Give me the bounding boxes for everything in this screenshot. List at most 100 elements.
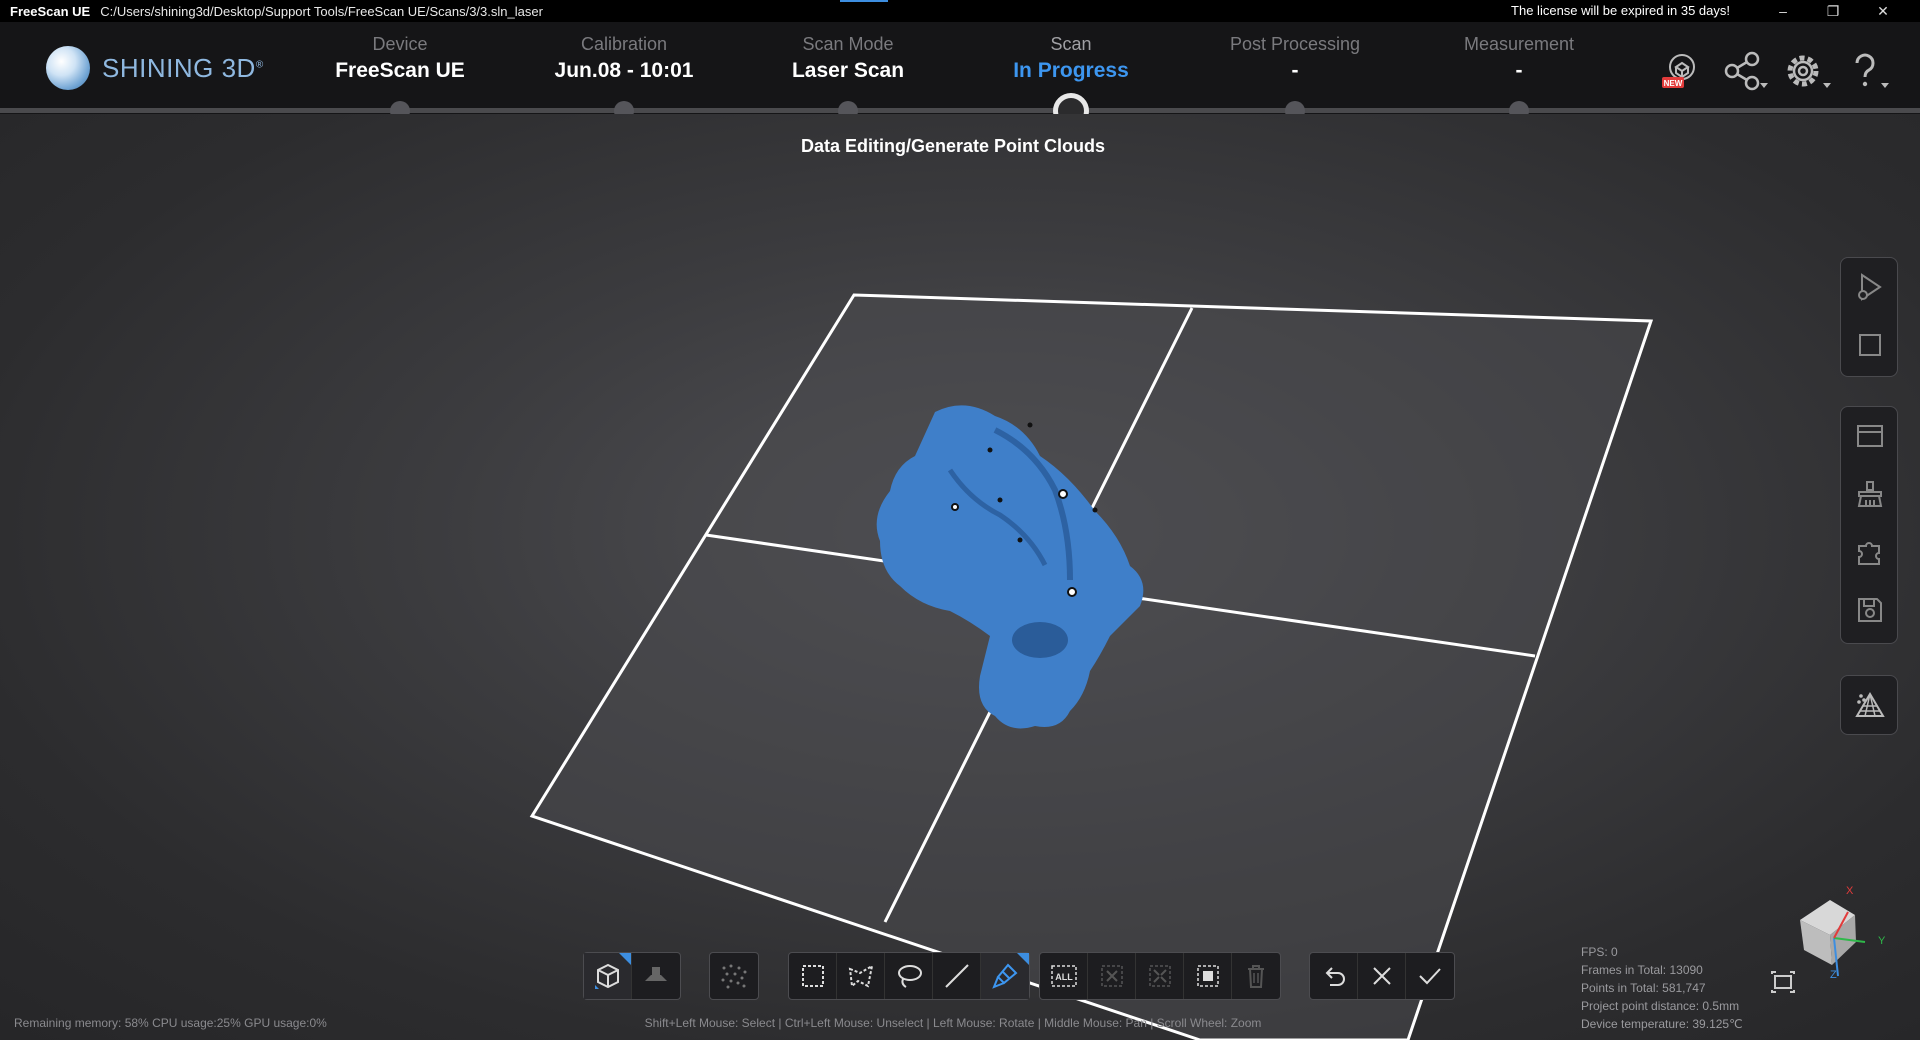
frames-stat: Frames in Total: 13090 [1581, 963, 1703, 977]
step-value: - [1515, 59, 1523, 82]
view-cube-icon: X Y Z [1800, 885, 1886, 981]
step-label: Scan [1050, 34, 1092, 54]
step-value: - [1291, 59, 1299, 82]
side-group-mesh [1840, 675, 1898, 735]
save-icon [1858, 598, 1882, 622]
title-bar: FreeScan UE C:/Users/shining3d/Desktop/S… [0, 0, 1920, 22]
step-label: Scan Mode [802, 34, 894, 54]
close-button[interactable]: ✕ [1858, 0, 1908, 22]
scan-stats: FPS: 0 Frames in Total: 13090 Points in … [1581, 943, 1743, 1033]
lasso-icon [897, 965, 922, 988]
stop-scan-button[interactable] [1841, 316, 1899, 374]
step-post-processing[interactable]: Post Processing - [1195, 34, 1395, 83]
undo-icon [1325, 967, 1345, 986]
undo-button[interactable] [1310, 953, 1358, 999]
platform-view-button[interactable] [632, 953, 680, 999]
navigation-cube[interactable]: X Y Z [1790, 880, 1900, 985]
unselect-icon [1100, 965, 1123, 987]
workflow-steps: Device FreeScan UE Calibration Jun.08 - … [0, 22, 1920, 129]
start-scan-button[interactable] [1841, 258, 1899, 316]
brush-icon [992, 963, 1018, 989]
select-all-label: ALL [1055, 972, 1073, 982]
axis-y-label: Y [1878, 935, 1886, 947]
step-scan[interactable]: Scan In Progress [971, 34, 1171, 83]
project-path: C:/Users/shining3d/Desktop/Support Tools… [100, 3, 543, 19]
clean-button[interactable] [1841, 465, 1899, 523]
gear-icon [1787, 55, 1831, 88]
view-mode-group [583, 952, 681, 1000]
side-group-scan [1840, 257, 1898, 377]
platform-icon [645, 967, 667, 981]
close-icon [1372, 967, 1391, 985]
step-device[interactable]: Device FreeScan UE [300, 34, 500, 83]
fit-view-icon [1771, 971, 1795, 993]
app-name: FreeScan UE [10, 3, 91, 19]
distance-stat: Project point distance: 0.5mm [1581, 999, 1740, 1013]
line-icon [944, 964, 969, 988]
license-notice: The license will be expired in 35 days! [1511, 3, 1730, 18]
step-label: Device [372, 34, 428, 54]
cube-view-button[interactable] [584, 953, 632, 999]
step-measurement[interactable]: Measurement - [1419, 34, 1619, 83]
settings-button[interactable] [1783, 48, 1833, 94]
help-button[interactable] [1845, 48, 1895, 94]
brush-select-button[interactable] [981, 953, 1029, 999]
unselect-button[interactable] [1088, 953, 1136, 999]
generate-point-cloud-button[interactable] [1841, 676, 1899, 734]
selection-tools-group [788, 952, 1030, 1000]
plugin-button[interactable] [1841, 523, 1899, 581]
rectangle-select-button[interactable] [789, 953, 837, 999]
selection-ops-group: ALL [1039, 952, 1281, 1000]
stage-subtitle: Data Editing/Generate Point Clouds [800, 136, 1106, 156]
step-value: FreeScan UE [335, 59, 465, 82]
puzzle-icon [1858, 542, 1880, 565]
brush-clean-icon [1857, 481, 1883, 507]
select-connected-button[interactable] [1184, 953, 1232, 999]
invert-selection-icon [1148, 965, 1171, 987]
step-value: Laser Scan [791, 59, 905, 82]
minimize-button[interactable]: – [1758, 0, 1808, 22]
step-value: In Progress [1013, 59, 1129, 82]
action-group [1309, 952, 1455, 1000]
3d-model-icon: NEW [1662, 54, 1695, 88]
step-label: Calibration [580, 34, 668, 54]
step-label: Post Processing [1229, 34, 1361, 54]
stop-icon [1859, 334, 1881, 356]
share-icon [1724, 51, 1768, 91]
temperature-stat: Device temperature: 39.125℃ [1581, 1017, 1743, 1031]
step-calibration[interactable]: Calibration Jun.08 - 10:01 [524, 34, 724, 83]
select-connected-icon [1196, 965, 1219, 987]
title-accent [840, 0, 888, 2]
line-select-button[interactable] [933, 953, 981, 999]
polygon-select-button[interactable] [837, 953, 885, 999]
points-stat: Points in Total: 581,747 [1581, 981, 1706, 995]
restore-button[interactable]: ❐ [1808, 0, 1858, 22]
point-display-button[interactable] [710, 953, 758, 999]
select-all-button[interactable]: ALL [1040, 953, 1088, 999]
axis-z-label: Z [1830, 969, 1837, 980]
polygon-select-icon [848, 964, 873, 988]
share-button[interactable] [1720, 48, 1770, 94]
new-feature-button[interactable]: NEW [1657, 48, 1707, 94]
cancel-button[interactable] [1358, 953, 1406, 999]
cube-wireframe-icon [594, 963, 619, 989]
step-scan-mode[interactable]: Scan Mode Laser Scan [748, 34, 948, 83]
rectangle-select-icon [801, 965, 824, 987]
3d-viewport[interactable] [0, 114, 1920, 1040]
delete-selection-button[interactable] [1232, 953, 1280, 999]
trash-icon [1248, 965, 1264, 988]
check-icon [1419, 968, 1441, 985]
lasso-select-button[interactable] [885, 953, 933, 999]
step-value: Jun.08 - 10:01 [554, 59, 694, 82]
window-icon [1857, 425, 1883, 447]
confirm-button[interactable] [1406, 953, 1454, 999]
window-view-button[interactable] [1841, 407, 1899, 465]
new-badge: NEW [1664, 79, 1683, 88]
select-all-icon: ALL [1050, 965, 1077, 987]
workflow-progress-line [0, 108, 1920, 113]
header: SHINING 3D® Device FreeScan UE Calibrati… [0, 22, 1920, 129]
scan-scene[interactable] [0, 114, 1920, 1040]
fit-view-button[interactable] [1770, 970, 1796, 999]
invert-selection-button[interactable] [1136, 953, 1184, 999]
save-button[interactable] [1841, 581, 1899, 639]
